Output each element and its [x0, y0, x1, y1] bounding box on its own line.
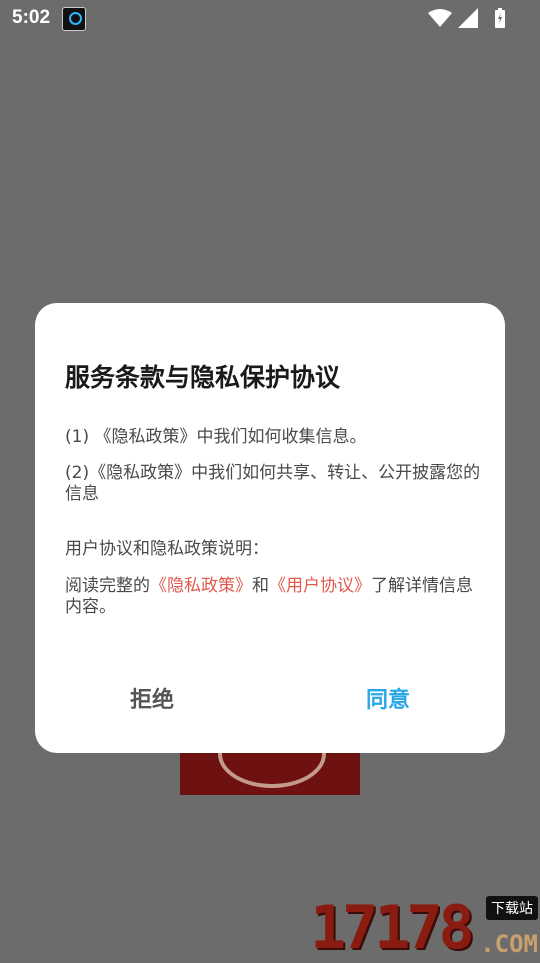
privacy-dialog: 服务条款与隐私保护协议 (1) 《隐私政策》中我们如何收集信息。 (2)《隐私政…	[35, 303, 505, 753]
reject-button[interactable]: 拒绝	[52, 681, 252, 721]
signal-icon	[458, 8, 478, 28]
line4-prefix: 阅读完整的	[65, 576, 150, 596]
status-time: 5:02	[12, 7, 51, 28]
dialog-line-4: 阅读完整的《隐私政策》和《用户协议》了解详情信息内容。	[65, 576, 485, 618]
dialog-title: 服务条款与隐私保护协议	[65, 363, 341, 392]
watermark-tag: 下载站	[486, 896, 538, 920]
watermark-logo: 17178 下载站 .COM	[310, 890, 540, 960]
app-notification-icon	[62, 7, 86, 31]
status-bar: 5:02	[0, 0, 540, 36]
user-agreement-link[interactable]: 《用户协议》	[269, 576, 371, 596]
wifi-icon	[428, 9, 452, 27]
line4-mid: 和	[252, 576, 269, 596]
agree-button[interactable]: 同意	[288, 681, 488, 721]
watermark-number: 17178	[310, 893, 475, 963]
dialog-line-2: (2)《隐私政策》中我们如何共享、转让、公开披露您的信息	[65, 463, 481, 504]
privacy-policy-link[interactable]: 《隐私政策》	[150, 576, 252, 596]
dialog-line-1: (1) 《隐私政策》中我们如何收集信息。	[65, 427, 367, 447]
dialog-line-3: 用户协议和隐私政策说明：	[65, 539, 269, 559]
battery-icon	[495, 8, 505, 28]
watermark-suffix: .COM	[480, 930, 538, 958]
